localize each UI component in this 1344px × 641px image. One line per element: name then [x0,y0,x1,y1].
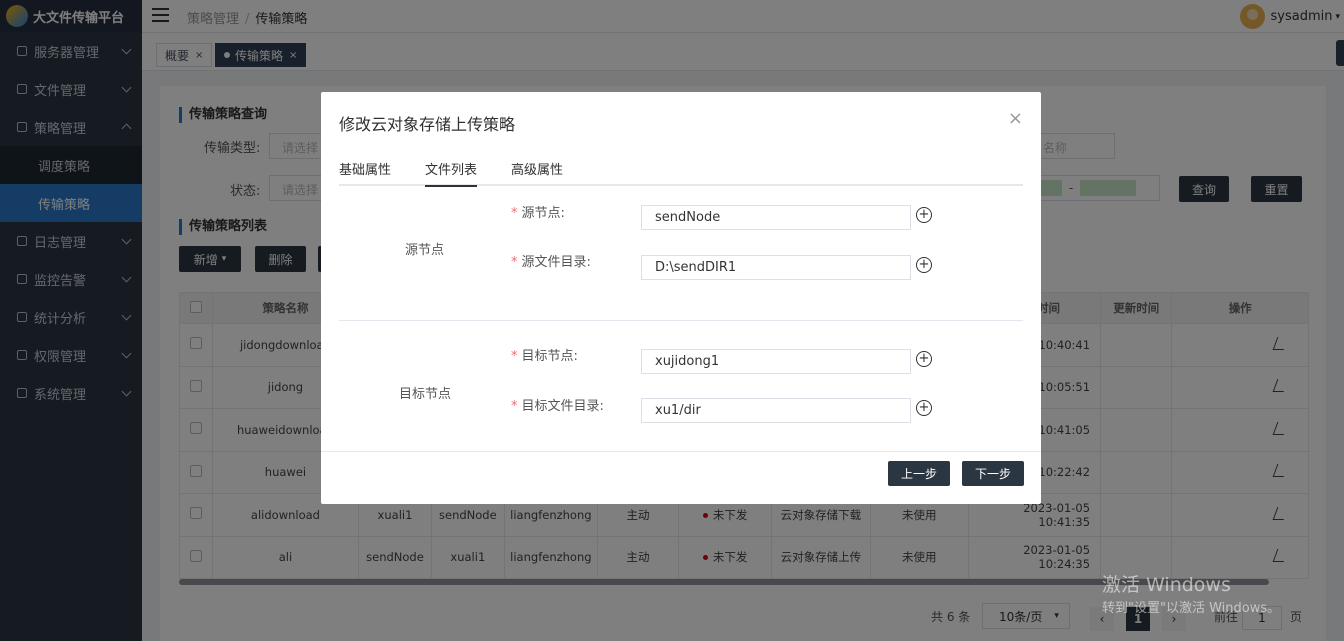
target-dir-label: * 目标文件目录: [511,399,604,414]
add-circle-icon[interactable]: + [916,257,932,273]
tab-advanced[interactable]: 高级属性 [511,159,563,185]
target-node-label: * 目标节点: [511,349,578,364]
add-circle-icon[interactable]: + [916,400,932,416]
section-divider [339,320,1023,321]
source-node-input[interactable]: sendNode [641,205,911,230]
target-dir-input[interactable]: xu1/dir [641,398,911,423]
prev-step-button[interactable]: 上一步 [888,461,950,486]
dialog-tabs: 基础属性 文件列表 高级属性 [339,156,1023,187]
dialog-title: 修改云对象存储上传策略 [339,115,516,134]
target-group-label: 目标节点 [399,387,452,402]
add-circle-icon[interactable]: + [916,351,932,367]
windows-watermark-sub: 转到"设置"以激活 Windows。 [1102,601,1281,616]
edit-policy-dialog: 修改云对象存储上传策略 × 基础属性 文件列表 高级属性 源节点 * 源节点: s… [321,92,1041,504]
target-node-input[interactable]: xujidong1 [641,349,911,374]
dialog-footer-divider [321,451,1041,452]
next-step-button[interactable]: 下一步 [962,461,1024,486]
tab-file-list[interactable]: 文件列表 [425,159,478,187]
source-node-label: * 源节点: [511,206,565,221]
source-dir-label: * 源文件目录: [511,255,591,270]
tab-basic[interactable]: 基础属性 [339,159,391,185]
windows-watermark: 激活 Windows [1102,574,1231,596]
source-group-label: 源节点 [405,243,445,258]
close-icon[interactable]: × [1008,110,1023,128]
source-dir-input[interactable]: D:\sendDIR1 [641,255,911,280]
add-circle-icon[interactable]: + [916,207,932,223]
